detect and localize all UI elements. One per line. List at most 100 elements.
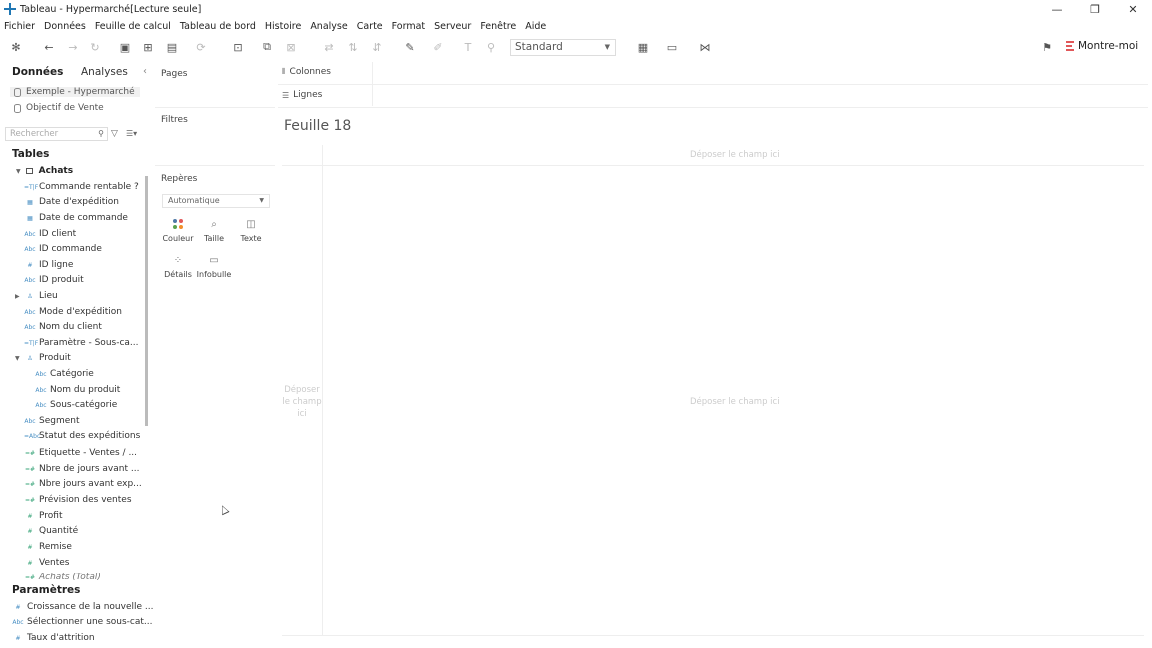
- field-item[interactable]: =# Prévision des ventes: [24, 495, 132, 505]
- mark-type-select[interactable]: Automatique ▼: [162, 194, 270, 208]
- close-icon[interactable]: ✕: [1114, 0, 1152, 18]
- minimize-icon[interactable]: —: [1038, 0, 1076, 18]
- view-options-icon[interactable]: ☰▾: [126, 129, 137, 138]
- duplicate-sheet-icon[interactable]: ⧉: [260, 40, 274, 54]
- new-datasource-icon[interactable]: ⊞: [141, 40, 155, 54]
- field-item[interactable]: # Profit: [24, 511, 62, 521]
- chevron-down-icon: ▼: [604, 43, 610, 51]
- field-item[interactable]: Abc Nom du client: [24, 322, 101, 332]
- swap-icon[interactable]: ⇄: [322, 40, 336, 54]
- size-mark-button[interactable]: ⌕ Taille: [196, 214, 232, 248]
- tableau-home-icon[interactable]: ✻: [9, 40, 23, 54]
- menu-server[interactable]: Serveur: [434, 21, 471, 32]
- fields-scrollbar[interactable]: [145, 176, 148, 426]
- menu-story[interactable]: Histoire: [265, 21, 301, 32]
- field-item[interactable]: ▶ ♙ Lieu: [15, 291, 58, 301]
- labels-icon[interactable]: T: [461, 40, 475, 54]
- field-item[interactable]: Abc Segment: [24, 416, 79, 426]
- refresh-icon[interactable]: ⟳: [194, 40, 208, 54]
- tables-heading: Tables: [12, 148, 50, 160]
- menu-analysis[interactable]: Analyse: [310, 21, 347, 32]
- menu-format[interactable]: Format: [392, 21, 425, 32]
- fit-select[interactable]: Standard ▼: [510, 39, 616, 56]
- highlight-icon[interactable]: ✎: [403, 40, 417, 54]
- field-item[interactable]: =# Nbre de jours avant ...: [24, 464, 139, 474]
- collapse-pane-icon[interactable]: ‹: [143, 66, 147, 77]
- field-label: Nbre de jours avant ...: [39, 464, 140, 474]
- sheet-title[interactable]: Feuille 18: [284, 118, 351, 134]
- chevron-right-icon[interactable]: ▶: [15, 293, 20, 300]
- tab-analytics[interactable]: Analyses: [81, 66, 128, 78]
- card-divider: [155, 165, 275, 166]
- field-item[interactable]: Abc Sous-catégorie: [35, 400, 117, 410]
- field-item[interactable]: =# Etiquette - Ventes / ...: [24, 448, 137, 458]
- new-sheet-icon[interactable]: ⊡: [231, 40, 245, 54]
- field-item[interactable]: =# Achats (Total): [24, 573, 101, 581]
- sort-desc-icon[interactable]: ⇵: [370, 40, 384, 54]
- field-item[interactable]: ▦ Date d'expédition: [24, 197, 119, 207]
- detail-label: Détails: [164, 270, 192, 279]
- menu-dashboard[interactable]: Tableau de bord: [180, 21, 256, 32]
- field-item[interactable]: Abc Mode d'expédition: [24, 307, 122, 317]
- field-item[interactable]: Abc Catégorie: [35, 369, 93, 379]
- datasource-item[interactable]: Exemple - Hypermarché: [10, 87, 140, 97]
- tab-data[interactable]: Données: [12, 66, 63, 78]
- menu-file[interactable]: Fichier: [4, 21, 35, 32]
- datasource-item[interactable]: Objectif de Vente: [14, 103, 104, 113]
- chevron-down-icon[interactable]: ▼: [15, 355, 20, 362]
- field-item[interactable]: =# Nbre jours avant exp...: [24, 479, 142, 489]
- pin-icon[interactable]: ⚑: [1040, 40, 1054, 54]
- field-item[interactable]: =T|F Commande rentable ?: [24, 182, 139, 192]
- menu-map[interactable]: Carte: [357, 21, 383, 32]
- drop-zone-rows[interactable]: Déposer le champ ici: [282, 384, 322, 420]
- table-achats[interactable]: ▼ Achats: [16, 166, 73, 176]
- pause-updates-icon[interactable]: ▤: [165, 40, 179, 54]
- collapse-icon[interactable]: ▼: [16, 168, 21, 175]
- field-item[interactable]: ▦ Date de commande: [24, 213, 128, 223]
- restore-icon[interactable]: ❐: [1076, 0, 1114, 18]
- show-cards-icon[interactable]: ▦: [636, 40, 650, 54]
- field-item[interactable]: ▼ ♙ Produit: [15, 353, 71, 363]
- search-input[interactable]: Rechercher ⚲: [5, 127, 108, 141]
- field-item[interactable]: Abc Nom du produit: [35, 385, 120, 395]
- fix-axes-icon[interactable]: ⚲: [484, 40, 498, 54]
- replay-icon[interactable]: ↻: [88, 40, 102, 54]
- menu-window[interactable]: Fenêtre: [480, 21, 516, 32]
- presentation-icon[interactable]: ▭: [665, 40, 679, 54]
- measure-calc-icon: =#: [24, 449, 36, 457]
- save-icon[interactable]: ▣: [118, 40, 132, 54]
- redo-icon[interactable]: →: [66, 40, 80, 54]
- show-me-button[interactable]: Montre-moi: [1066, 40, 1138, 52]
- drop-zone-columns[interactable]: Déposer le champ ici: [690, 150, 780, 160]
- menu-worksheet[interactable]: Feuille de calcul: [95, 21, 171, 32]
- detail-mark-button[interactable]: ⁘ Détails: [160, 250, 196, 284]
- parameter-item[interactable]: # Taux d'attrition: [12, 633, 94, 643]
- menu-help[interactable]: Aide: [525, 21, 546, 32]
- field-item[interactable]: Abc ID commande: [24, 244, 102, 254]
- rows-shelf[interactable]: ☰ Lignes: [282, 90, 322, 100]
- field-item[interactable]: Abc ID client: [24, 229, 76, 239]
- share-icon[interactable]: ⋈: [698, 40, 712, 54]
- canvas-divider: [322, 145, 323, 635]
- drop-zone-canvas[interactable]: Déposer le champ ici: [690, 397, 780, 407]
- field-item[interactable]: Abc ID produit: [24, 275, 83, 285]
- undo-icon[interactable]: ←: [42, 40, 56, 54]
- field-item[interactable]: # Ventes: [24, 558, 69, 568]
- clear-sheet-icon[interactable]: ⊠: [284, 40, 298, 54]
- field-item[interactable]: # Quantité: [24, 526, 78, 536]
- text-mark-button[interactable]: ◫ Texte: [233, 214, 269, 248]
- field-item[interactable]: =T|F Paramètre - Sous-ca...: [24, 338, 139, 348]
- menu-data[interactable]: Données: [44, 21, 86, 32]
- text-icon: ◫: [246, 218, 256, 230]
- sort-asc-icon[interactable]: ⇅: [346, 40, 360, 54]
- field-item[interactable]: =Abc Statut des expéditions: [24, 431, 140, 441]
- field-item[interactable]: # Remise: [24, 542, 71, 552]
- field-item[interactable]: # ID ligne: [24, 260, 73, 270]
- parameter-item[interactable]: # Croissance de la nouvelle ...: [12, 602, 153, 612]
- filter-icon[interactable]: ▽: [111, 129, 118, 139]
- color-mark-button[interactable]: Couleur: [160, 214, 196, 248]
- tooltip-mark-button[interactable]: ▭ Infobulle: [196, 250, 232, 284]
- parameter-item[interactable]: Abc Sélectionner une sous-cat...: [12, 617, 152, 627]
- columns-shelf[interactable]: ⦀ Colonnes: [282, 67, 331, 77]
- group-icon[interactable]: ✐: [431, 40, 445, 54]
